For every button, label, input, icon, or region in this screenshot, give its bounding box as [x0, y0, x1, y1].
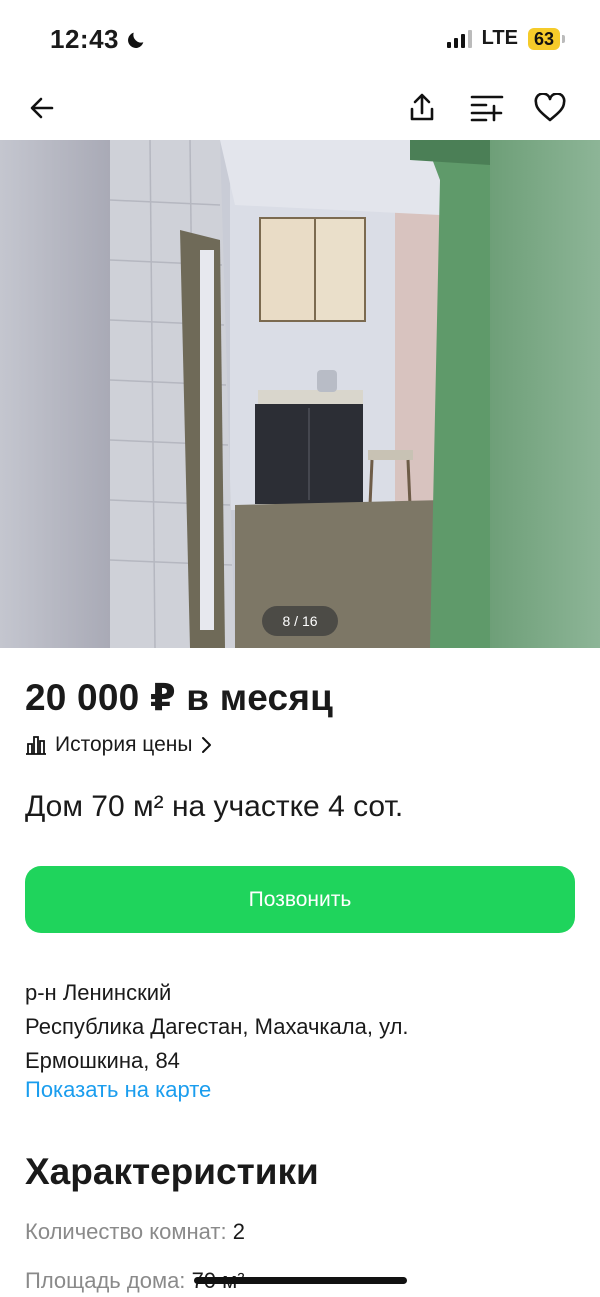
address-line-2: Ермошкина, 84	[25, 1048, 180, 1073]
top-toolbar	[0, 80, 600, 138]
status-bar: 12:43 LTE 63	[0, 0, 600, 80]
address-line-1: Республика Дагестан, Махачкала, ул.	[25, 1014, 409, 1039]
characteristics-title: Характеристики	[25, 1151, 319, 1192]
arrow-left-icon	[30, 97, 54, 119]
listing-price: 20 000 ₽ в месяц	[25, 677, 334, 718]
listing-photo[interactable]	[110, 140, 490, 648]
share-button[interactable]	[400, 86, 444, 130]
battery-badge: 63	[527, 27, 566, 50]
chevron-right-icon	[202, 737, 212, 753]
photo-counter: 8 / 16	[262, 606, 338, 636]
characteristic-label: Количество комнат:	[25, 1219, 227, 1244]
call-button[interactable]: Позвонить	[25, 866, 575, 933]
price-history-link[interactable]: История цены	[25, 733, 212, 757]
next-photo-peek[interactable]	[490, 140, 600, 648]
listing-title: Дом 70 м² на участке 4 сот.	[25, 790, 404, 823]
previous-photo-peek[interactable]	[0, 140, 110, 648]
show-on-map-link[interactable]: Показать на карте	[25, 1077, 211, 1103]
heart-icon	[534, 93, 566, 122]
price-history-label: История цены	[55, 733, 193, 756]
compare-list-icon	[470, 95, 504, 122]
photo-gallery[interactable]: 8 / 16	[0, 140, 600, 648]
bar-chart-icon	[26, 736, 46, 755]
compare-button[interactable]	[465, 86, 509, 130]
favorite-button[interactable]	[528, 86, 572, 130]
share-icon	[410, 93, 434, 121]
home-indicator[interactable]	[194, 1277, 407, 1284]
characteristic-row: Количество комнат: 2	[25, 1219, 245, 1245]
status-indicators: LTE 63	[446, 27, 566, 50]
address-district: р-н Ленинский	[25, 980, 172, 1005]
characteristic-value: 2	[232, 1219, 245, 1244]
back-button[interactable]	[20, 86, 64, 130]
address-block: р-н Ленинский Республика Дагестан, Махач…	[25, 976, 409, 1078]
moon-icon	[128, 32, 144, 48]
status-time-group: 12:43	[50, 24, 147, 55]
signal-icon	[446, 29, 472, 48]
status-time: 12:43	[50, 24, 119, 54]
characteristic-label: Площадь дома:	[25, 1268, 186, 1293]
network-label: LTE	[481, 27, 518, 49]
